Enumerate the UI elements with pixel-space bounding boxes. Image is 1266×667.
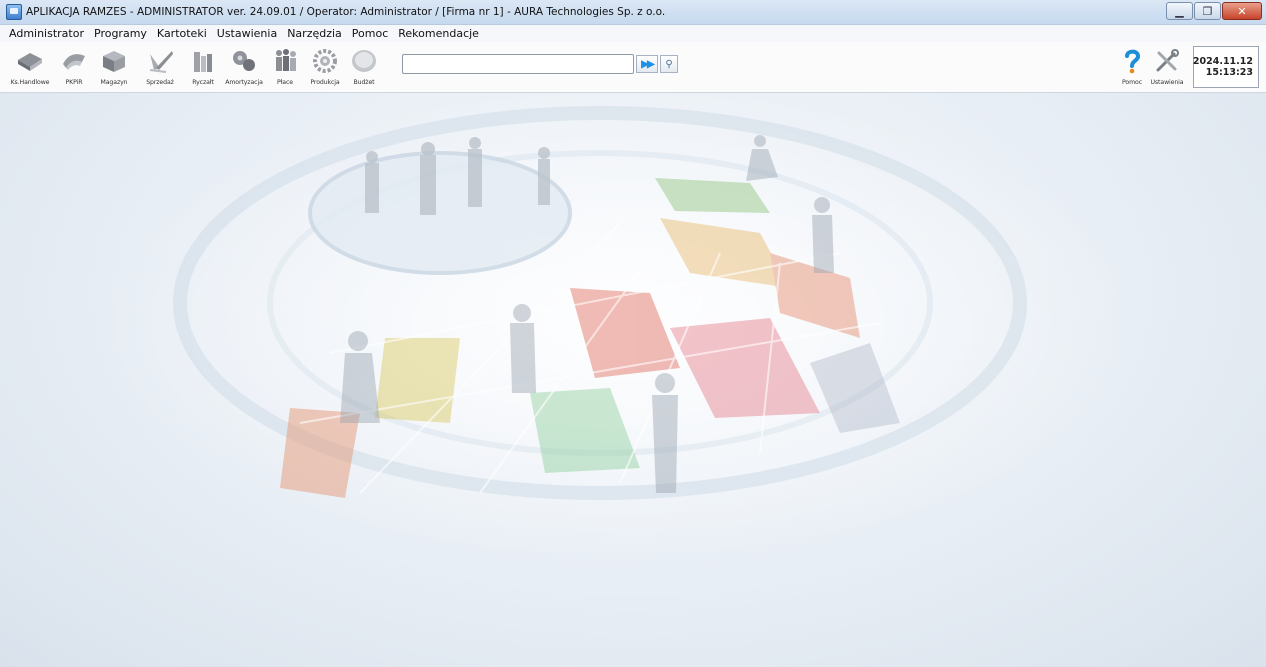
- people-icon: [276, 49, 296, 71]
- tools-icon: [1156, 49, 1179, 72]
- menu-pomoc[interactable]: Pomoc: [347, 27, 393, 40]
- search-go-button[interactable]: ▶▶: [636, 55, 658, 73]
- book-icon: [18, 53, 42, 71]
- menu-rekomendacje[interactable]: Rekomendacje: [393, 27, 484, 40]
- module-sprzedaz-button[interactable]: Sprzedaż: [138, 48, 182, 90]
- gears-icon: [233, 51, 255, 71]
- menu-administrator[interactable]: Administrator: [4, 27, 89, 40]
- settings-button[interactable]: Ustawienia: [1145, 48, 1189, 90]
- title-bar: APLIKACJA RAMZES - ADMINISTRATOR ver. 24…: [0, 0, 1266, 25]
- app-icon[interactable]: [6, 4, 22, 20]
- search-input[interactable]: [402, 54, 634, 74]
- cog-icon: [313, 49, 337, 73]
- settings-label: Ustawienia: [1150, 79, 1184, 86]
- close-button[interactable]: ✕: [1222, 2, 1262, 20]
- module-label: PKPiR: [65, 79, 83, 86]
- menu-narzedzia[interactable]: Narzędzia: [282, 27, 347, 40]
- menu-programy[interactable]: Programy: [89, 27, 152, 40]
- module-label: Budżet: [353, 79, 375, 86]
- magnifier-icon: ⚲: [665, 58, 673, 70]
- date-time-display: 2024.11.12 15:13:23: [1193, 46, 1259, 88]
- toolbar: Ks.Handlowe PKPiR Magazyn Sprzedaż Rycza…: [0, 42, 1266, 93]
- module-produkcja-button[interactable]: Produkcja: [303, 48, 347, 90]
- module-ks-handlowe-button[interactable]: Ks.Handlowe: [8, 48, 52, 90]
- box-icon: [103, 51, 125, 72]
- coin-icon: [352, 50, 376, 72]
- clock-time: 15:13:23: [1205, 67, 1253, 78]
- menu-ustawienia[interactable]: Ustawienia: [212, 27, 282, 40]
- module-pkpir-button[interactable]: PKPiR: [52, 48, 96, 90]
- arrow-right-icon: ▶▶: [641, 58, 654, 70]
- desktop-background: [0, 93, 1266, 667]
- background-artwork: [100, 93, 1140, 563]
- module-label: Sprzedaż: [146, 79, 174, 86]
- module-label: Amortyzacja: [225, 79, 263, 86]
- module-place-button[interactable]: Płace: [263, 48, 307, 90]
- module-magazyn-button[interactable]: Magazyn: [92, 48, 136, 90]
- menu-kartoteki[interactable]: Kartoteki: [152, 27, 212, 40]
- module-label: Ryczałt: [192, 79, 214, 86]
- columns-icon: [194, 52, 212, 72]
- module-budzet-button[interactable]: Budżet: [342, 48, 386, 90]
- module-ryczalt-button[interactable]: Ryczałt: [181, 48, 225, 90]
- module-amortyzacja-button[interactable]: Amortyzacja: [222, 48, 266, 90]
- window-title: APLIKACJA RAMZES - ADMINISTRATOR ver. 24…: [26, 6, 666, 18]
- clock-date: 2024.11.12: [1192, 56, 1253, 67]
- ledger-icon: [63, 54, 85, 70]
- module-label: Ks.Handlowe: [10, 79, 50, 86]
- menu-bar: Administrator Programy Kartoteki Ustawie…: [0, 25, 1266, 42]
- module-label: Płace: [277, 79, 293, 86]
- module-label: Magazyn: [100, 79, 128, 86]
- window-controls: ▁ ❐ ✕: [1166, 2, 1262, 20]
- help-label: Pomoc: [1121, 79, 1142, 86]
- question-mark-icon: [1125, 49, 1140, 74]
- minimize-button[interactable]: ▁: [1166, 2, 1193, 20]
- search-find-button[interactable]: ⚲: [660, 55, 678, 73]
- pen-icon: [149, 51, 173, 73]
- module-label: Produkcja: [310, 79, 340, 86]
- restore-button[interactable]: ❐: [1194, 2, 1221, 20]
